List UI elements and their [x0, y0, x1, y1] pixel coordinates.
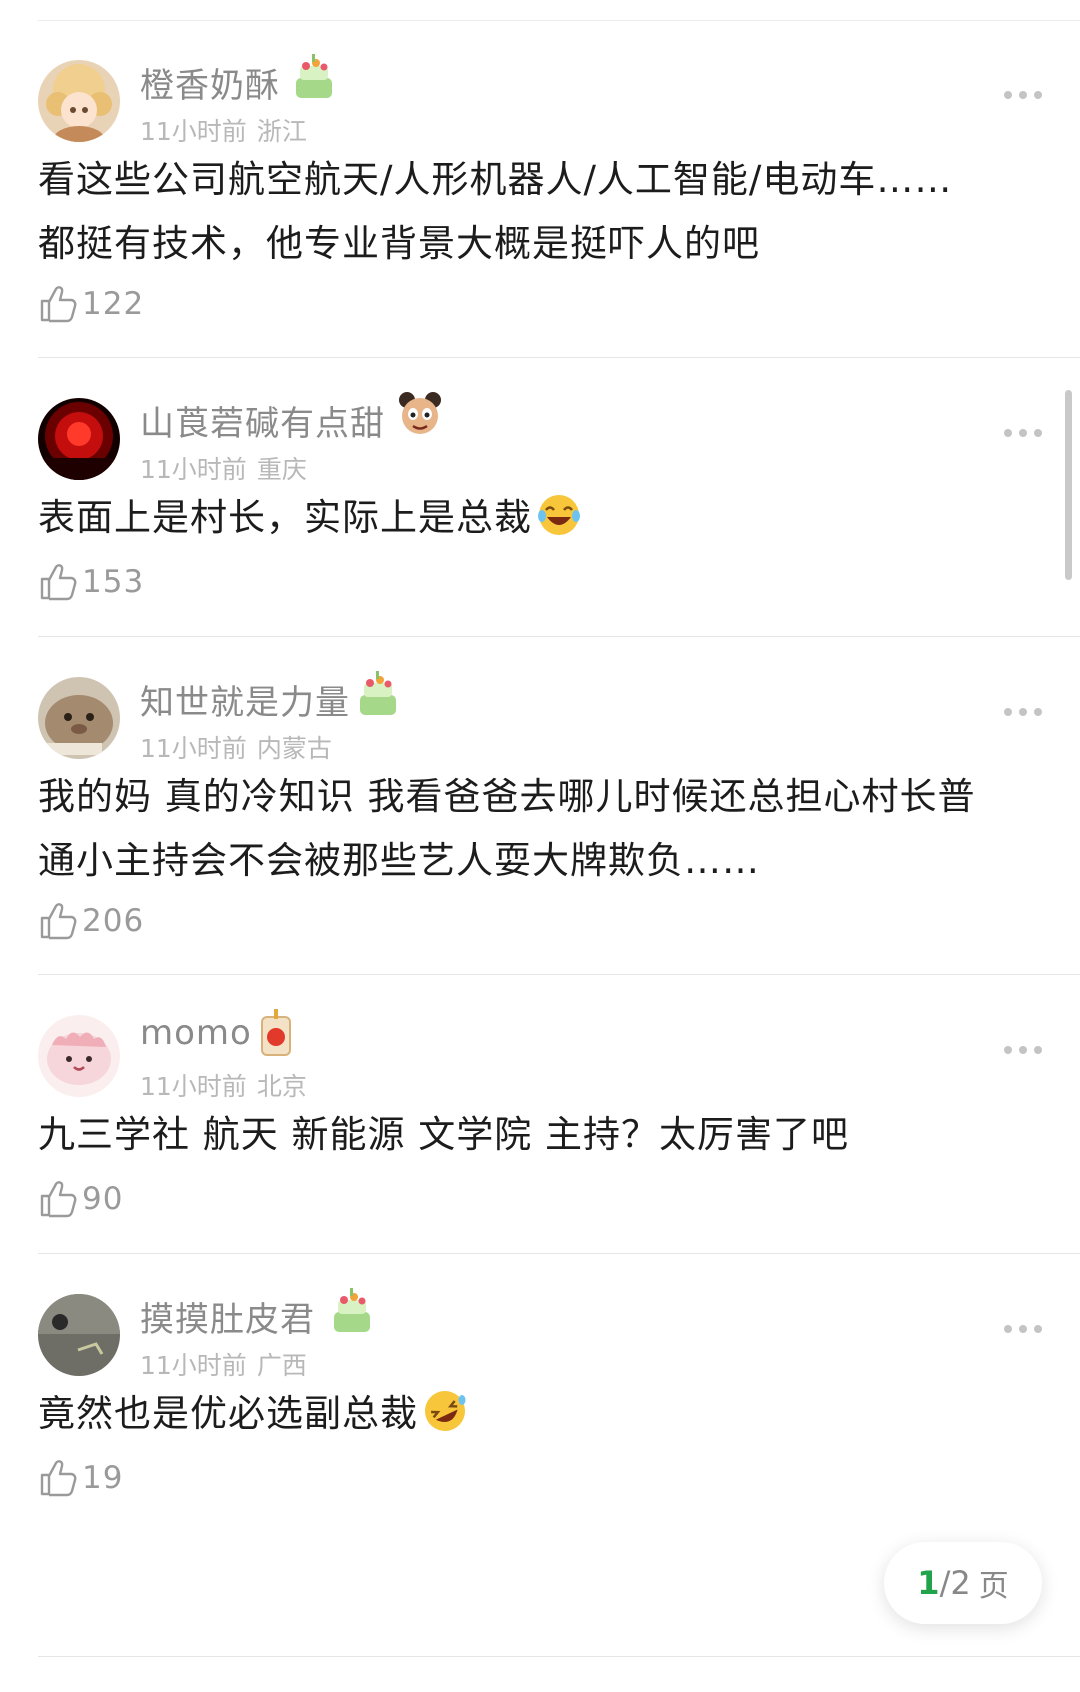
- like-count: 153: [82, 564, 145, 600]
- username[interactable]: 知世就是力量: [140, 675, 350, 724]
- comment-text: 表面上是村长，实际上是总裁: [38, 486, 1020, 550]
- comment-text: 看这些公司航空航天/人形机器人/人工智能/电动车…… 都挺有技术，他专业背景大概…: [38, 148, 1020, 276]
- comment-text: 竟然也是优必选副总裁: [38, 1382, 1020, 1446]
- timestamp: 11小时前: [140, 117, 247, 146]
- comment-item: 知世就是力量 11小时前 内蒙古 我的妈 真的冷知识 我看爸爸去哪儿时候还总担心村…: [0, 637, 1080, 975]
- page-separator: /: [939, 1564, 951, 1602]
- comment-item: momo 11小时前 北京 九三学社 航天 新能源 文学院 主持？太厉害了吧 90: [0, 975, 1080, 1254]
- more-options-icon[interactable]: [1004, 428, 1042, 438]
- more-options-icon[interactable]: [1004, 707, 1042, 717]
- thumbs-up-icon: [40, 286, 77, 323]
- like-button[interactable]: 122: [38, 284, 144, 324]
- comment-meta: 11小时前 内蒙古: [140, 729, 332, 765]
- comment-text-line: 通小主持会不会被那些艺人耍大牌欺负……: [38, 839, 760, 882]
- comment-text-line: 竟然也是优必选副总裁: [38, 1392, 418, 1435]
- comment-meta: 11小时前 广西: [140, 1346, 307, 1382]
- avatar[interactable]: [38, 1294, 120, 1376]
- location: 内蒙古: [256, 734, 332, 763]
- rofl-emoji: [425, 1391, 466, 1431]
- timestamp: 11小时前: [140, 455, 247, 484]
- scrollbar[interactable]: [1065, 390, 1072, 580]
- comment-meta: 11小时前 浙江: [140, 112, 307, 148]
- comment-text: 我的妈 真的冷知识 我看爸爸去哪儿时候还总担心村长普 通小主持会不会被那些艺人耍…: [38, 765, 1020, 893]
- username[interactable]: 山莨菪碱有点甜: [140, 396, 385, 445]
- like-button[interactable]: 206: [38, 901, 144, 941]
- cake-badge-icon: [292, 52, 336, 102]
- avatar[interactable]: [38, 677, 120, 759]
- location: 广西: [256, 1351, 307, 1380]
- like-button[interactable]: 90: [38, 1179, 123, 1219]
- lucky-amulet-badge-icon: [254, 1007, 298, 1057]
- comment-meta: 11小时前 北京: [140, 1067, 307, 1103]
- comment-text-line: 九三学社 航天 新能源 文学院 主持？太厉害了吧: [38, 1113, 850, 1156]
- comment-text-line: 表面上是村长，实际上是总裁: [38, 496, 532, 539]
- thumbs-up-icon: [40, 1460, 77, 1497]
- timestamp: 11小时前: [140, 1072, 247, 1101]
- comment-meta: 11小时前 重庆: [140, 450, 307, 486]
- thumbs-up-icon: [40, 1181, 77, 1218]
- username[interactable]: 橙香奶酥: [140, 58, 280, 107]
- location: 重庆: [256, 455, 307, 484]
- thumbs-up-icon: [40, 903, 77, 940]
- like-count: 206: [82, 903, 145, 939]
- username[interactable]: 摸摸肚皮君: [140, 1292, 315, 1341]
- current-page: 1: [917, 1564, 940, 1602]
- comment-item: 橙香奶酥 11小时前 浙江 看这些公司航空航天/人形机器人/人工智能/电动车…… …: [0, 20, 1080, 358]
- more-options-icon[interactable]: [1004, 1324, 1042, 1334]
- cartoon-character-badge-icon: [395, 388, 445, 440]
- location: 浙江: [256, 117, 307, 146]
- location: 北京: [256, 1072, 307, 1101]
- avatar[interactable]: [38, 60, 120, 142]
- comment-item: 山莨菪碱有点甜 11小时前 重庆 表面上是村长，实际上是总裁 153: [0, 358, 1080, 637]
- like-button[interactable]: 153: [38, 562, 144, 602]
- avatar[interactable]: [38, 398, 120, 480]
- laughing-tears-emoji: [538, 495, 580, 535]
- like-button[interactable]: 19: [38, 1458, 123, 1498]
- comment-text: 九三学社 航天 新能源 文学院 主持？太厉害了吧: [38, 1103, 1020, 1167]
- more-options-icon[interactable]: [1004, 90, 1042, 100]
- cake-badge-icon: [356, 669, 400, 719]
- timestamp: 11小时前: [140, 1351, 247, 1380]
- like-count: 90: [82, 1181, 124, 1217]
- page-indicator[interactable]: 1/2 页: [884, 1542, 1042, 1624]
- comment-text-line: 我的妈 真的冷知识 我看爸爸去哪儿时候还总担心村长普: [38, 775, 976, 818]
- divider: [38, 1656, 1080, 1657]
- cake-badge-icon: [330, 1286, 374, 1336]
- avatar[interactable]: [38, 1015, 120, 1097]
- like-count: 19: [82, 1460, 124, 1496]
- like-count: 122: [82, 286, 145, 322]
- page-unit: 页: [978, 1569, 1009, 1604]
- timestamp: 11小时前: [140, 734, 247, 763]
- thumbs-up-icon: [40, 564, 77, 601]
- more-options-icon[interactable]: [1004, 1045, 1042, 1055]
- username[interactable]: momo: [140, 1013, 252, 1053]
- comment-text-line: 看这些公司航空航天/人形机器人/人工智能/电动车……: [38, 158, 953, 201]
- comment-text-line: 都挺有技术，他专业背景大概是挺吓人的吧: [38, 222, 760, 265]
- total-pages: 2: [950, 1564, 971, 1602]
